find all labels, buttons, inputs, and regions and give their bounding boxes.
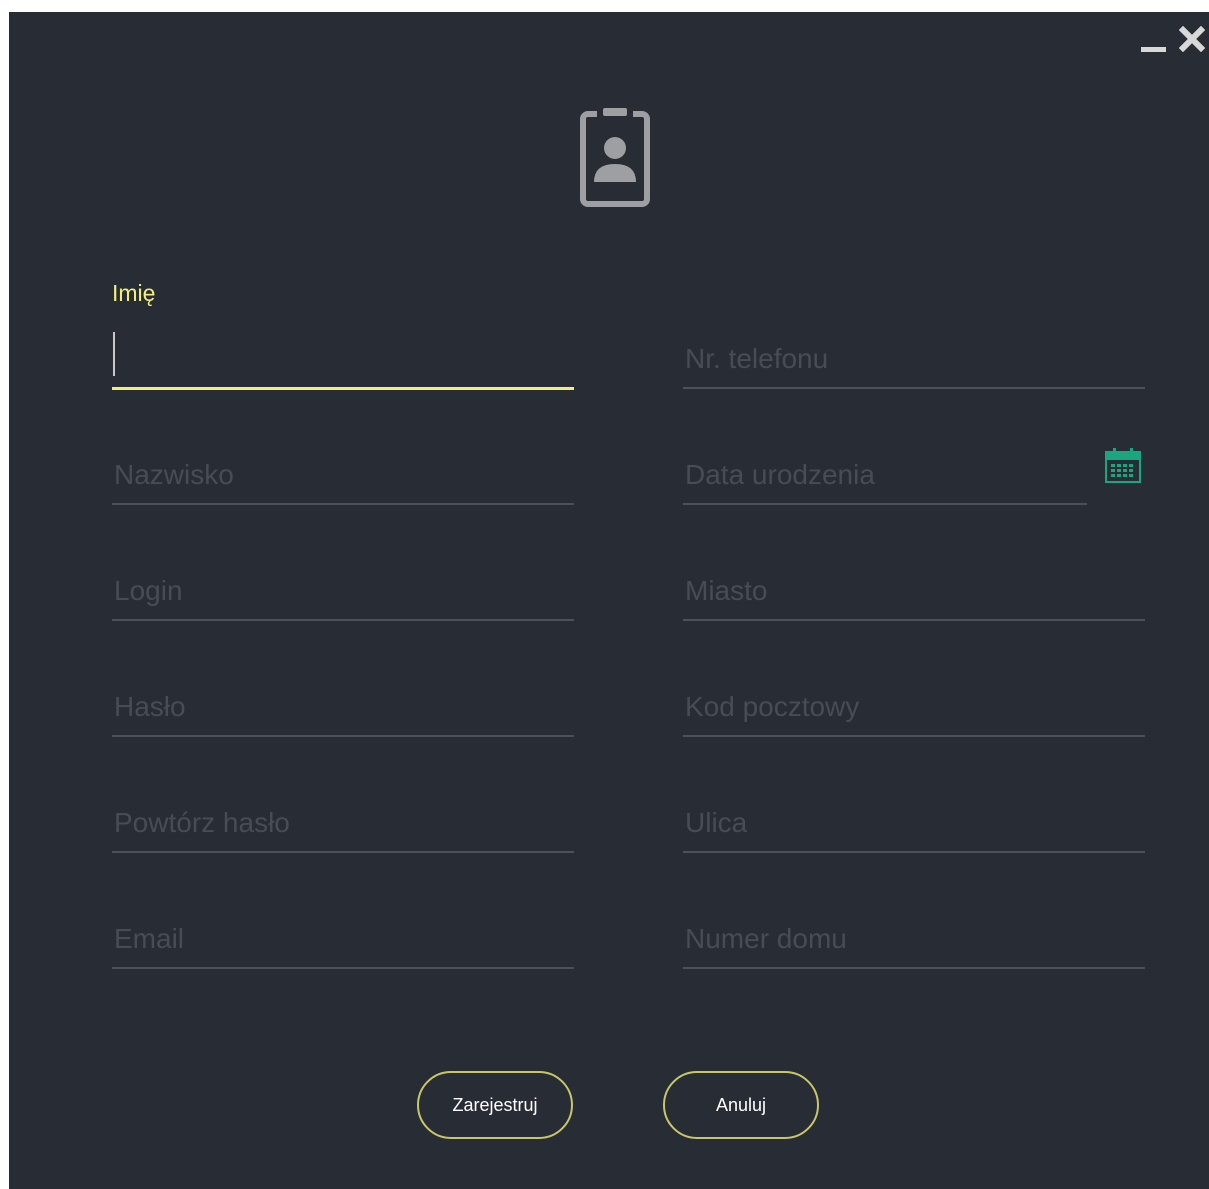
calendar-icon[interactable] — [1105, 448, 1141, 484]
field-underline — [683, 387, 1145, 389]
login-field[interactable]: Login — [112, 555, 574, 621]
street-field[interactable]: Ulica — [683, 787, 1145, 853]
field-underline — [112, 851, 574, 853]
last-name-placeholder: Nazwisko — [114, 459, 234, 490]
field-underline — [683, 503, 1087, 505]
last-name-field[interactable]: Nazwisko — [112, 439, 574, 505]
cancel-button[interactable]: Anuluj — [663, 1071, 819, 1139]
close-icon[interactable] — [1179, 26, 1205, 52]
city-placeholder: Miasto — [685, 575, 768, 606]
email-placeholder: Email — [114, 923, 185, 954]
password-placeholder: Hasło — [114, 691, 186, 722]
id-badge-icon — [579, 108, 651, 208]
postal-code-placeholder: Kod pocztowy — [685, 691, 860, 722]
repeat-password-field[interactable]: Powtórz hasło — [112, 787, 574, 853]
email-field[interactable]: Email — [112, 903, 574, 969]
birth-date-field[interactable]: Data urodzenia — [683, 439, 1087, 505]
field-underline — [683, 619, 1145, 621]
birth-date-placeholder: Data urodzenia — [685, 459, 875, 490]
registration-window: Imię Nazwisko Login Hasło Powtórz hasło … — [9, 12, 1209, 1189]
field-underline — [112, 619, 574, 621]
register-button[interactable]: Zarejestruj — [417, 1071, 573, 1139]
first-name-field[interactable]: Imię — [112, 280, 574, 390]
house-number-field[interactable]: Numer domu — [683, 903, 1145, 969]
field-underline — [112, 967, 574, 969]
phone-placeholder: Nr. telefonu — [685, 343, 829, 374]
first-name-label: Imię — [112, 280, 156, 306]
password-field[interactable]: Hasło — [112, 671, 574, 737]
field-underline — [112, 387, 574, 390]
text-caret — [113, 332, 115, 376]
repeat-password-placeholder: Powtórz hasło — [114, 807, 290, 838]
phone-field[interactable]: Nr. telefonu — [683, 323, 1145, 389]
city-field[interactable]: Miasto — [683, 555, 1145, 621]
field-underline — [683, 735, 1145, 737]
login-placeholder: Login — [114, 575, 183, 606]
house-number-placeholder: Numer domu — [685, 923, 847, 954]
minimize-icon[interactable] — [1141, 26, 1167, 52]
field-underline — [112, 503, 574, 505]
field-underline — [112, 735, 574, 737]
street-placeholder: Ulica — [685, 807, 748, 838]
window-controls — [1141, 26, 1205, 52]
field-underline — [683, 967, 1145, 969]
postal-code-field[interactable]: Kod pocztowy — [683, 671, 1145, 737]
field-underline — [683, 851, 1145, 853]
